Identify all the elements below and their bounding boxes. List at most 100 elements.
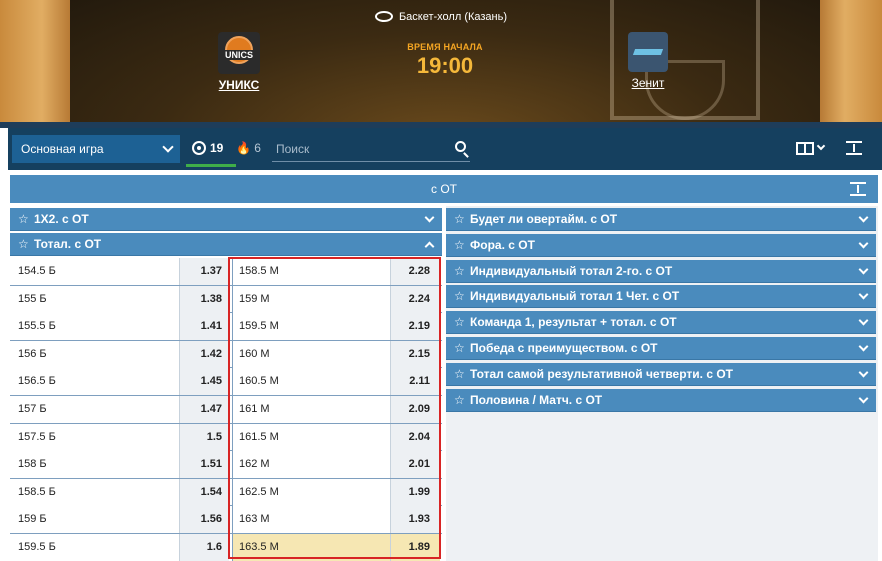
under-odd-button[interactable]: 2.04	[390, 423, 440, 451]
over-odd-button[interactable]: 1.47	[179, 395, 229, 423]
star-icon[interactable]: ☆	[454, 363, 465, 386]
venue: Баскет-холл (Казань)	[0, 11, 882, 23]
chevron-down-icon[interactable]	[816, 141, 826, 151]
under-total-label: 159 М	[232, 285, 390, 313]
under-total-label: 160 М	[232, 340, 390, 368]
home-team[interactable]: UNICS УНИКС	[199, 32, 279, 92]
over-total-label: 159.5 Б	[10, 533, 179, 561]
chevron-down-icon	[858, 393, 869, 404]
market-item[interactable]: ☆ Будет ли овертайм. с ОТ	[446, 208, 876, 231]
over-odd-button[interactable]: 1.38	[179, 285, 229, 313]
chevron-down-icon	[858, 238, 869, 249]
odds-row: 155 Б 1.38 159 М 2.24	[10, 285, 442, 314]
under-total-label: 161 М	[232, 395, 390, 423]
start-time: 19:00	[416, 53, 474, 78]
under-odd-button[interactable]: 2.24	[390, 285, 440, 313]
over-odd-button[interactable]: 1.45	[179, 368, 229, 396]
search-icon[interactable]	[455, 141, 466, 152]
market-label: Индивидуальный тотал 2-го. с ОТ	[470, 263, 673, 278]
over-total-label: 159 Б	[10, 506, 179, 534]
under-odd-button[interactable]: 2.15	[390, 340, 440, 368]
over-odd-button[interactable]: 1.6	[179, 533, 229, 561]
market-label: Индивидуальный тотал 1 Чет. с ОТ	[470, 289, 680, 304]
over-total-label: 157.5 Б	[10, 423, 179, 451]
market-search	[272, 138, 470, 162]
home-team-logo: UNICS	[218, 32, 260, 74]
star-icon[interactable]: ☆	[454, 285, 465, 308]
under-odd-button[interactable]: 1.99	[390, 478, 440, 506]
active-filter-underline	[186, 164, 236, 167]
section-title: с ОТ	[431, 182, 457, 196]
under-total-label: 163 М	[232, 506, 390, 534]
over-total-label: 158.5 Б	[10, 478, 179, 506]
under-odd-button[interactable]: 2.19	[390, 313, 440, 341]
over-odd-button[interactable]: 1.37	[179, 258, 229, 285]
over-total-label: 155.5 Б	[10, 313, 179, 341]
market-item[interactable]: ☆ Команда 1, результат + тотал. с ОТ	[446, 311, 876, 335]
under-odd-button[interactable]: 2.01	[390, 451, 440, 479]
columns-layout-icon[interactable]	[796, 142, 814, 155]
market-label: Команда 1, результат + тотал. с ОТ	[470, 315, 677, 330]
over-total-label: 156 Б	[10, 340, 179, 368]
over-odd-button[interactable]: 1.54	[179, 478, 229, 506]
chevron-down-icon	[858, 341, 869, 352]
chevron-down-icon	[858, 367, 869, 378]
odds-row: 159 Б 1.56 163 М 1.93	[10, 506, 442, 534]
market-item[interactable]: ☆ Фора. с ОТ	[446, 233, 876, 257]
odds-row: 159.5 Б 1.6 163.5 М 1.89	[10, 533, 442, 561]
game-period-select[interactable]: Основная игра	[12, 135, 180, 163]
market-item[interactable]: ☆ Индивидуальный тотал 2-го. с ОТ	[446, 259, 876, 283]
over-odd-button[interactable]: 1.56	[179, 506, 229, 534]
star-icon[interactable]: ☆	[454, 234, 465, 257]
under-odd-button[interactable]: 2.09	[390, 395, 440, 423]
market-item[interactable]: ☆ Половина / Матч. с ОТ	[446, 388, 876, 412]
market-item[interactable]: ☆ Тотал самой результативной четверти. с …	[446, 362, 876, 386]
section-header[interactable]: с ОТ	[10, 175, 878, 203]
page: Баскет-холл (Казань) UNICS УНИКС ВРЕМЯ Н…	[0, 0, 882, 561]
star-icon[interactable]: ☆	[18, 233, 29, 256]
star-icon[interactable]: ☆	[454, 260, 465, 283]
under-odd-button[interactable]: 2.11	[390, 368, 440, 396]
under-odd-button[interactable]: 1.93	[390, 506, 440, 534]
market-label: Будет ли овертайм. с ОТ	[470, 212, 618, 226]
over-odd-button[interactable]: 1.51	[179, 451, 229, 479]
target-icon	[192, 141, 206, 155]
under-odd-button[interactable]: 1.89	[390, 533, 440, 561]
totals-odds-table: 154.5 Б 1.37 158.5 М 2.28 155 Б 1.38 159 М 2.24…	[10, 258, 442, 561]
under-odd-button[interactable]: 2.28	[390, 258, 440, 285]
under-total-label: 162.5 М	[232, 478, 390, 506]
popular-markets-filter[interactable]: 🔥 6	[236, 141, 261, 155]
home-team-name[interactable]: УНИКС	[199, 78, 279, 92]
chevron-down-icon	[424, 212, 435, 223]
odds-row: 158 Б 1.51 162 М 2.01	[10, 451, 442, 479]
home-team-logo-text: UNICS	[220, 50, 258, 60]
market-item[interactable]: ☆ Индивидуальный тотал 1 Чет. с ОТ	[446, 285, 876, 309]
start-time-block: ВРЕМЯ НАЧАЛА 19:00	[385, 42, 505, 79]
odds-row: 156 Б 1.42 160 М 2.15	[10, 340, 442, 369]
under-total-label: 159.5 М	[232, 313, 390, 341]
collapse-all-icon[interactable]	[846, 141, 862, 155]
over-odd-button[interactable]: 1.41	[179, 313, 229, 341]
market-1x2[interactable]: ☆ 1X2. с ОТ	[10, 208, 442, 231]
star-icon[interactable]: ☆	[454, 311, 465, 334]
star-icon[interactable]: ☆	[18, 208, 29, 231]
away-team-name[interactable]: Зенит	[608, 76, 688, 90]
market-label: 1X2. с ОТ	[34, 212, 89, 226]
over-odd-button[interactable]: 1.42	[179, 340, 229, 368]
away-team[interactable]: Зенит	[608, 32, 688, 90]
market-label: Тотал. с ОТ	[34, 237, 102, 251]
over-total-label: 154.5 Б	[10, 258, 179, 285]
zenit-logo-mark	[632, 49, 664, 55]
all-markets-filter[interactable]: 19	[192, 141, 223, 155]
market-item[interactable]: ☆ Победа с преимуществом. с ОТ	[446, 337, 876, 360]
over-total-label: 156.5 Б	[10, 368, 179, 396]
over-odd-button[interactable]: 1.5	[179, 423, 229, 451]
under-total-label: 161.5 М	[232, 423, 390, 451]
star-icon[interactable]: ☆	[454, 337, 465, 360]
search-input[interactable]	[272, 138, 442, 160]
market-total[interactable]: ☆ Тотал. с ОТ	[10, 233, 442, 256]
collapse-section-icon[interactable]	[850, 182, 866, 196]
under-total-label: 160.5 М	[232, 368, 390, 396]
star-icon[interactable]: ☆	[454, 389, 465, 412]
star-icon[interactable]: ☆	[454, 208, 465, 231]
